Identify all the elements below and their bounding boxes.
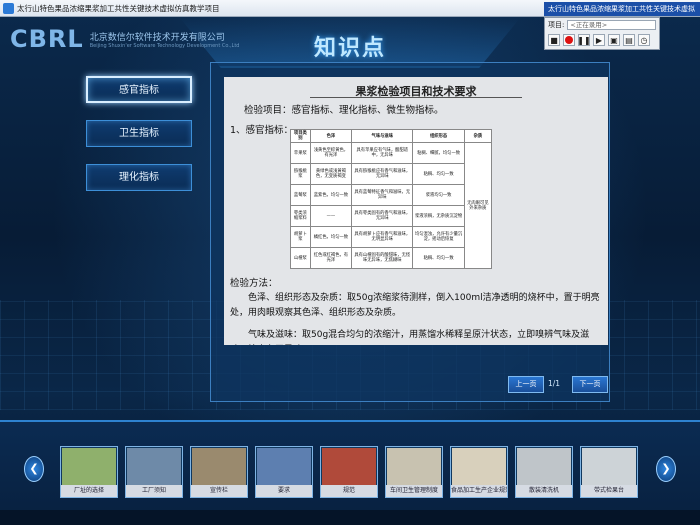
thumbnail-image [582, 448, 636, 486]
table-cell: 橘红色，均匀一致 [309, 226, 353, 248]
thumbnail-item[interactable]: 车间卫生管理制度 [385, 446, 443, 498]
prev-page-button[interactable]: 上一页 [508, 376, 544, 393]
thumbnail-image [452, 448, 506, 486]
table-cell: 蓝紫色，均匀一致 [309, 184, 353, 206]
table-cell: 具有猕猴桃应有香气和滋味，无异味 [351, 163, 414, 185]
sensory-table: 项目类别 色泽 气味与滋味 组织形态 杂质 苹果浆 浅黄色至棕黄色，有光泽 具有… [290, 129, 493, 269]
document-view[interactable]: 果浆检验项目和技术要求 检验项目：感官指标、理化指标、微生物指标。 1、感官指标… [224, 77, 608, 345]
table-cell: 苹果浆 [290, 142, 311, 164]
menu-physicochemical-indicators[interactable]: 理化指标 [86, 164, 192, 191]
table-row: 苹果浆 浅黄色至棕黄色，有光泽 具有苹果应有气味，酸甜适中，无异味 粘稠、细腻，… [290, 142, 493, 269]
recorder-project-select[interactable]: <正在录用> [567, 19, 656, 30]
recorder-project-label: 项目: [548, 20, 565, 29]
table-cell: 无肉眼可见外来杂质 [463, 142, 493, 269]
table-cell: 具有山楂固有的酸甜味，无怪味无异味，无焦糊味 [351, 247, 414, 269]
table-cell: 具有胡萝卜应有香气和滋味，无明显异味 [351, 226, 414, 248]
thumbnail-image [322, 448, 376, 486]
section-sensory: 1、感官指标： [230, 125, 294, 136]
table-row: 枣类浓缩浆料 —— 具有枣类固有的香气和滋味，无异味 浆液浓稠，无杂质沉淀物 [290, 205, 492, 227]
table-cell: 粘稠、均匀一致 [412, 163, 465, 185]
thumbnail-item[interactable]: 工厂须知 [125, 446, 183, 498]
thumbnail-label: 车间卫生管理制度 [386, 485, 442, 497]
table-cell: 均匀混浊，允许有少量沉淀，摇动后恢复 [412, 226, 465, 248]
inspection-items: 检验项目：感官指标、理化指标、微生物指标。 [244, 105, 444, 116]
thumbnail-label: 厂址的选择 [61, 485, 117, 497]
table-cell: 具有蓝莓特征香气和滋味，无异味 [351, 184, 414, 206]
thumbnail-label: 散装清洗机 [516, 485, 572, 497]
table-header: 杂质 [463, 129, 493, 143]
thumbnail-item[interactable]: 带式检果台 [580, 446, 638, 498]
section-methods: 检验方法： [230, 278, 278, 289]
thumbnail-image [387, 448, 441, 486]
recorder-title[interactable]: 太行山特色果品浓缩果浆加工共性关键技术虚拟 [544, 2, 700, 16]
table-cell: 浆液浓稠，无杂质沉淀物 [412, 205, 465, 227]
thumbnail-label: 规范 [321, 485, 377, 497]
table-row: 猕猴桃浆 黄绿色或浅黄褐色，无变质褐变 具有猕猴桃应有香气和滋味，无异味 粘稠、… [290, 163, 492, 185]
table-header: 项目类别 [290, 129, 311, 143]
table-cell: 山楂浆 [290, 247, 311, 269]
table-row: 蓝莓浆 蓝紫色，均匀一致 具有蓝莓特征香气和滋味，无异味 浆液均匀一致 [290, 184, 492, 206]
table-cell: 胡萝卜浆 [290, 226, 311, 248]
thumbnail-label: 带式检果台 [581, 485, 637, 497]
table-cell: 浅黄色至棕黄色，有光泽 [309, 142, 353, 164]
thumbnail-item[interactable]: 散装清洗机 [515, 446, 573, 498]
table-cell: 枣类浓缩浆料 [290, 205, 311, 227]
app-icon [3, 2, 14, 14]
table-cell: 粘稠、均匀一致 [412, 247, 465, 269]
thumbnail-image [192, 448, 246, 486]
thumbnail-image [257, 448, 311, 486]
table-cell: 猕猴桃浆 [290, 163, 311, 185]
thumbnail-image [62, 448, 116, 486]
window-title: 太行山特色果品浓缩果浆加工共性关键技术虚拟仿真教学项目 [17, 3, 220, 13]
table-header: 色泽 [309, 129, 353, 143]
table-row: 胡萝卜浆 橘红色，均匀一致 具有胡萝卜应有香气和滋味，无明显异味 均匀混浊，允许… [290, 226, 492, 248]
method-paragraph: 气味及滋味：取50g混合均匀的浓缩汁，用蒸馏水稀释呈原汁状态，立即嗅辨气味及滋味… [248, 330, 590, 340]
title-divider [310, 97, 522, 98]
table-cell: 蓝莓浆 [290, 184, 311, 206]
menu-sensory-indicators[interactable]: 感官指标 [86, 76, 192, 103]
page-title: 知识点 [313, 36, 386, 61]
table-cell: 具有枣类固有的香气和滋味，无异味 [351, 205, 414, 227]
thumbnail-label: 要求 [256, 485, 312, 497]
table-header: 气味与滋味 [351, 129, 414, 143]
chevron-right-icon[interactable]: ❯ [656, 456, 676, 482]
page-indicator: 1/1 [548, 379, 561, 388]
thumbnail-item[interactable]: 宣传栏 [190, 446, 248, 498]
table-row: 山楂浆 红色或红褐色，有光泽 具有山楂固有的酸甜味，无怪味无异味，无焦糊味 粘稠… [290, 247, 492, 269]
thumbnail-label: 食品加工生产企业规范 [451, 485, 507, 497]
thumbnail-image [127, 448, 181, 486]
chevron-left-icon[interactable]: ❮ [24, 456, 44, 482]
table-cell: 粘稠、细腻，均匀一致 [412, 142, 465, 164]
thumbnail-item[interactable]: 食品加工生产企业规范 [450, 446, 508, 498]
next-page-button[interactable]: 下一页 [572, 376, 608, 393]
thumbnail-image [517, 448, 571, 486]
thumbnail-item[interactable]: 厂址的选择 [60, 446, 118, 498]
table-cell: 具有苹果应有气味，酸甜适中，无异味 [351, 142, 414, 164]
thumbnail-item[interactable]: 要求 [255, 446, 313, 498]
thumbnail-label: 工厂须知 [126, 485, 182, 497]
menu-hygiene-indicators[interactable]: 卫生指标 [86, 120, 192, 147]
thumbnail-item[interactable]: 规范 [320, 446, 378, 498]
table-cell: 黄绿色或浅黄褐色，无变质褐变 [309, 163, 353, 185]
table-cell: —— [309, 205, 353, 227]
thumbnail-label: 宣传栏 [191, 485, 247, 497]
bottom-edge [0, 510, 700, 525]
table-header: 组织形态 [412, 129, 465, 143]
table-cell: 浆液均匀一致 [412, 184, 465, 206]
table-cell: 红色或红褐色，有光泽 [309, 247, 353, 269]
method-paragraph: 色泽、组织形态及杂质：取50g浓缩浆待测样，倒入100ml洁净透明的烧杯中，置于… [230, 293, 600, 318]
